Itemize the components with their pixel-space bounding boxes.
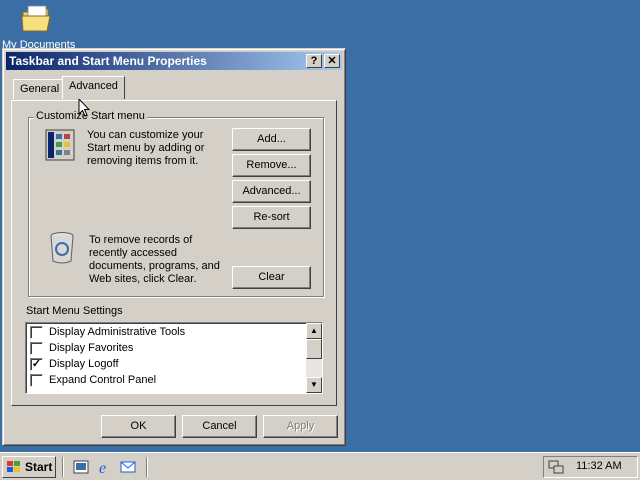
description-line: To remove records of — [89, 234, 193, 246]
cancel-button[interactable]: Cancel — [182, 415, 257, 438]
checkbox[interactable] — [30, 326, 43, 339]
add-button[interactable]: Add... — [232, 128, 311, 151]
tab-advanced[interactable]: Advanced — [62, 76, 125, 99]
svg-text:e: e — [99, 460, 106, 476]
outlook-icon[interactable] — [119, 458, 137, 476]
window-title: Taskbar and Start Menu Properties — [9, 54, 207, 68]
close-button[interactable]: ✕ — [324, 54, 340, 68]
tab-general[interactable]: General — [13, 79, 67, 99]
start-menu-settings-list[interactable]: Display Administrative Tools Display Fav… — [25, 322, 323, 394]
mouse-cursor-icon — [78, 98, 90, 117]
checkbox[interactable] — [30, 374, 43, 387]
start-button[interactable]: Start — [2, 456, 56, 478]
checkbox-checked[interactable]: ✓ — [30, 358, 43, 371]
ie-icon[interactable]: e — [96, 458, 114, 476]
tab-label: Advanced — [69, 80, 118, 92]
list-item-label: Display Favorites — [49, 342, 134, 354]
scroll-thumb[interactable] — [306, 339, 322, 359]
list-item-label: Display Logoff — [49, 358, 119, 370]
clear-button[interactable]: Clear — [232, 266, 311, 289]
remove-button[interactable]: Remove... — [232, 154, 311, 177]
tab-label: General — [20, 83, 60, 95]
description-line: Start menu by adding or — [87, 142, 205, 154]
close-icon: ✕ — [327, 55, 337, 67]
start-menu-icon — [45, 129, 75, 161]
description-line: removing items from it. — [87, 155, 199, 167]
taskbar-separator — [62, 457, 64, 477]
list-item-label: Display Administrative Tools — [49, 326, 186, 338]
show-desktop-icon[interactable] — [72, 458, 90, 476]
clear-description: To remove records of recently accessed d… — [89, 234, 220, 286]
ok-button[interactable]: OK — [101, 415, 176, 438]
title-bar[interactable]: Taskbar and Start Menu Properties ? ✕ — [6, 52, 342, 70]
resort-button[interactable]: Re-sort — [232, 206, 311, 229]
settings-label: Start Menu Settings — [26, 305, 123, 317]
folder-icon — [21, 5, 51, 32]
list-item-label: Expand Control Panel — [49, 374, 157, 386]
group-title: Customize Start menu — [34, 110, 147, 122]
clock[interactable]: 11:32 AM — [576, 460, 622, 472]
advanced-button[interactable]: Advanced... — [232, 180, 311, 203]
network-icon[interactable] — [548, 459, 564, 475]
properties-dialog: Taskbar and Start Menu Properties ? ✕ Ge… — [2, 48, 346, 446]
taskbar: Start e 11:32 AM — [0, 452, 640, 480]
description-line: recently accessed — [89, 247, 178, 259]
apply-button[interactable]: Apply — [263, 415, 338, 438]
windows-logo-icon — [7, 461, 20, 472]
description-line: documents, programs, and — [89, 260, 220, 272]
vertical-scrollbar[interactable]: ▲ ▼ — [306, 323, 322, 393]
recycle-bin-icon — [50, 232, 74, 264]
customize-description: You can customize your Start menu by add… — [87, 129, 204, 168]
description-line: You can customize your — [87, 129, 204, 141]
taskbar-separator — [146, 457, 148, 477]
help-button[interactable]: ? — [306, 54, 322, 68]
description-line: Web sites, click Clear. — [89, 273, 197, 285]
start-label: Start — [25, 460, 53, 474]
checkbox[interactable] — [30, 342, 43, 355]
scroll-down-button[interactable]: ▼ — [306, 377, 322, 393]
system-tray: 11:32 AM — [543, 456, 638, 478]
scroll-up-button[interactable]: ▲ — [306, 323, 322, 339]
